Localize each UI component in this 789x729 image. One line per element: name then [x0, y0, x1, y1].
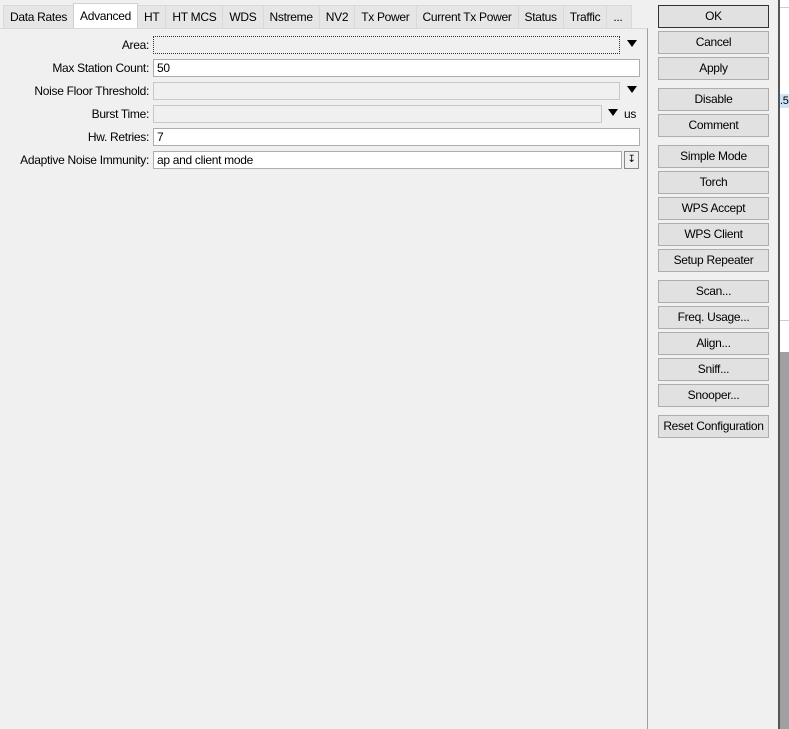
- tab-bar: Data Rates Advanced HT HT MCS WDS Nstrem…: [3, 3, 633, 29]
- chevron-down-icon[interactable]: [608, 109, 618, 116]
- align-button[interactable]: Align...: [658, 332, 769, 355]
- background-empty-area: [780, 352, 789, 729]
- tab-ht[interactable]: HT: [137, 5, 167, 28]
- ok-button[interactable]: OK: [658, 5, 769, 28]
- background-divider: [780, 320, 789, 321]
- cancel-button[interactable]: Cancel: [658, 31, 769, 54]
- max-station-count-label: Max Station Count:: [52, 61, 149, 75]
- tab-status[interactable]: Status: [517, 5, 564, 28]
- background-selected-cell: .5: [780, 94, 789, 108]
- burst-time-input[interactable]: [153, 105, 602, 123]
- tab-more[interactable]: ...: [606, 5, 633, 28]
- expand-down-icon[interactable]: ↧: [624, 151, 639, 169]
- sniff-button[interactable]: Sniff...: [658, 358, 769, 381]
- background-header: [780, 0, 789, 8]
- area-label: Area:: [121, 38, 149, 52]
- hw-retries-row: Hw. Retries: 7: [0, 128, 648, 146]
- chevron-down-icon[interactable]: [627, 86, 637, 93]
- tab-wds[interactable]: WDS: [222, 5, 264, 28]
- noise-floor-threshold-input[interactable]: [153, 82, 620, 100]
- tab-nv2[interactable]: NV2: [318, 5, 356, 28]
- chevron-down-icon[interactable]: [627, 40, 637, 47]
- noise-floor-threshold-row: Noise Floor Threshold:: [0, 82, 648, 100]
- noise-floor-threshold-label: Noise Floor Threshold:: [34, 84, 149, 98]
- tab-tx-power[interactable]: Tx Power: [354, 5, 417, 28]
- torch-button[interactable]: Torch: [658, 171, 769, 194]
- reset-configuration-button[interactable]: Reset Configuration: [658, 415, 769, 438]
- burst-time-row: Burst Time: us: [0, 105, 648, 123]
- setup-repeater-button[interactable]: Setup Repeater: [658, 249, 769, 272]
- area-row: Area:: [0, 36, 648, 54]
- burst-time-unit: us: [624, 107, 637, 121]
- scan-button[interactable]: Scan...: [658, 280, 769, 303]
- background-window: .5: [778, 0, 789, 729]
- tab-nstreme[interactable]: Nstreme: [262, 5, 320, 28]
- hw-retries-label: Hw. Retries:: [87, 130, 149, 144]
- adaptive-noise-immunity-label: Adaptive Noise Immunity:: [20, 153, 149, 167]
- tab-traffic[interactable]: Traffic: [562, 5, 608, 28]
- advanced-panel: Area: Max Station Count: 50 Noise Floor …: [0, 28, 648, 729]
- tab-ht-mcs[interactable]: HT MCS: [165, 5, 224, 28]
- max-station-count-row: Max Station Count: 50: [0, 59, 648, 77]
- freq-usage-button[interactable]: Freq. Usage...: [658, 306, 769, 329]
- tab-current-tx-power[interactable]: Current Tx Power: [415, 5, 519, 28]
- apply-button[interactable]: Apply: [658, 57, 769, 80]
- tab-data-rates[interactable]: Data Rates: [3, 5, 75, 28]
- adaptive-noise-immunity-input[interactable]: ap and client mode: [153, 151, 622, 169]
- snooper-button[interactable]: Snooper...: [658, 384, 769, 407]
- wps-client-button[interactable]: WPS Client: [658, 223, 769, 246]
- comment-button[interactable]: Comment: [658, 114, 769, 137]
- simple-mode-button[interactable]: Simple Mode: [658, 145, 769, 168]
- area-select[interactable]: [153, 36, 620, 54]
- hw-retries-input[interactable]: 7: [153, 128, 640, 146]
- adaptive-noise-immunity-row: Adaptive Noise Immunity: ap and client m…: [0, 151, 648, 169]
- tab-advanced[interactable]: Advanced: [73, 3, 139, 29]
- wps-accept-button[interactable]: WPS Accept: [658, 197, 769, 220]
- disable-button[interactable]: Disable: [658, 88, 769, 111]
- max-station-count-input[interactable]: 50: [153, 59, 640, 77]
- burst-time-label: Burst Time:: [91, 107, 150, 121]
